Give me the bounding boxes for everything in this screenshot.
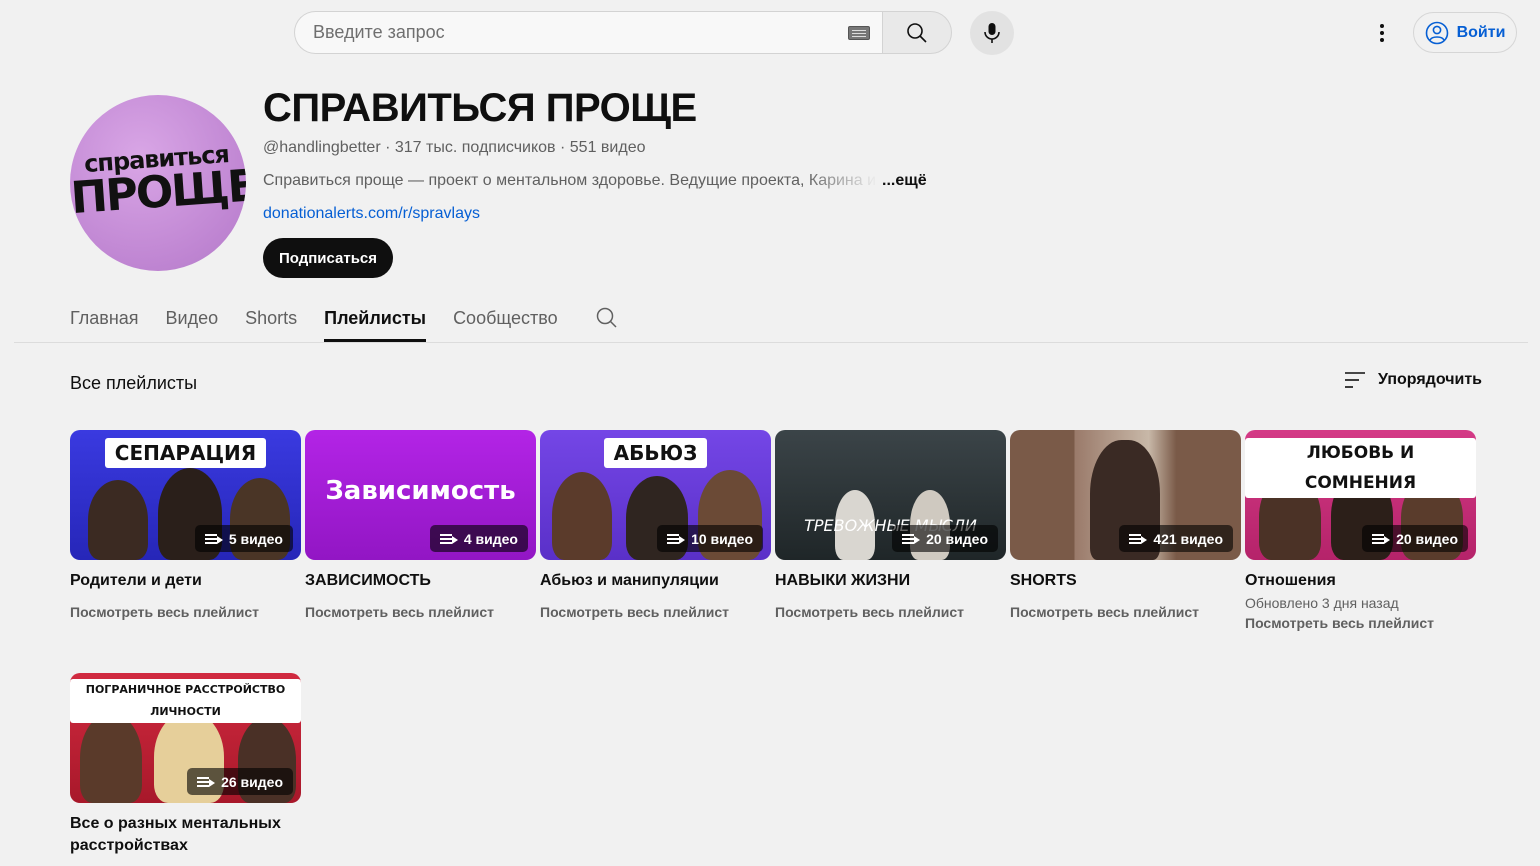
signin-button[interactable]: Войти bbox=[1413, 12, 1517, 53]
more-button[interactable]: ...ещё bbox=[882, 172, 927, 190]
playlist-card[interactable]: ТРЕВОЖНЫЕ МЫСЛИ 20 видео НАВЫКИ ЖИЗНИ По… bbox=[775, 430, 1006, 620]
tab-videos[interactable]: Видео bbox=[166, 294, 219, 342]
channel-link[interactable]: donationalerts.com/r/spravlays bbox=[263, 205, 480, 223]
voice-search-button[interactable] bbox=[970, 11, 1014, 55]
video-count: 10 видео bbox=[691, 530, 753, 547]
playlist-icon bbox=[1129, 533, 1148, 545]
thumbnail-text: Зависимость bbox=[325, 476, 516, 506]
tab-playlists[interactable]: Плейлисты bbox=[324, 294, 426, 342]
video-count-badge: 26 видео bbox=[187, 768, 293, 795]
avatar-logo-text: справиться ПРОЩЕ bbox=[70, 140, 246, 225]
video-count: 5 видео bbox=[228, 530, 283, 547]
more-vert-icon[interactable] bbox=[1370, 20, 1394, 46]
channel-tabs: Главная Видео Shorts Плейлисты Сообществ… bbox=[70, 294, 619, 342]
sort-label: Упорядочить bbox=[1378, 371, 1483, 388]
playlist-card[interactable]: 421 видео SHORTS Посмотреть весь плейлис… bbox=[1010, 430, 1241, 620]
video-count: 4 видео bbox=[463, 530, 518, 547]
channel-description[interactable]: Справиться проще — проект о ментальном з… bbox=[263, 172, 927, 190]
search-input[interactable] bbox=[313, 22, 848, 43]
search-input-container[interactable] bbox=[294, 11, 882, 54]
thumbnail-text: СЕПАРАЦИЯ bbox=[104, 438, 267, 468]
updated-text: Обновлено 3 дня назад bbox=[1245, 595, 1399, 611]
video-count-badge: 4 видео bbox=[429, 525, 528, 552]
playlist-card[interactable]: ПОГРАНИЧНОЕ РАССТРОЙСТВО ЛИЧНОСТИ 26 вид… bbox=[70, 673, 301, 857]
search-icon bbox=[907, 22, 927, 43]
playlist-title[interactable]: ЗАВИСИМОСТЬ bbox=[305, 570, 536, 592]
playlist-title[interactable]: НАВЫКИ ЖИЗНИ bbox=[775, 570, 1006, 592]
video-count: 421 видео bbox=[1153, 530, 1223, 547]
sort-button[interactable]: Упорядочить bbox=[1344, 370, 1482, 390]
view-playlist-link[interactable]: Посмотреть весь плейлист bbox=[70, 604, 301, 620]
playlist-thumbnail[interactable]: Зависимость 4 видео bbox=[305, 430, 536, 560]
view-playlist-link[interactable]: Посмотреть весь плейлист bbox=[540, 604, 771, 620]
playlist-thumbnail[interactable]: 421 видео bbox=[1010, 430, 1241, 560]
video-count: 20 видео bbox=[1396, 530, 1458, 547]
tab-community[interactable]: Сообщество bbox=[453, 294, 558, 342]
playlist-title[interactable]: SHORTS bbox=[1010, 570, 1241, 592]
playlist-thumbnail[interactable]: ПОГРАНИЧНОЕ РАССТРОЙСТВО ЛИЧНОСТИ 26 вид… bbox=[70, 673, 301, 803]
playlist-card[interactable]: СЕПАРАЦИЯ 5 видео Родители и дети Посмот… bbox=[70, 430, 301, 620]
playlist-icon bbox=[667, 533, 686, 545]
video-count-badge: 5 видео bbox=[194, 525, 293, 552]
playlist-title[interactable]: Родители и дети bbox=[70, 570, 301, 592]
tab-home[interactable]: Главная bbox=[70, 294, 139, 342]
playlist-thumbnail[interactable]: ЛЮБОВЬ И СОМНЕНИЯ 20 видео bbox=[1245, 430, 1476, 560]
thumbnail-text: ПОГРАНИЧНОЕ РАССТРОЙСТВО ЛИЧНОСТИ bbox=[70, 679, 301, 723]
view-playlist-link[interactable]: Посмотреть весь плейлист bbox=[305, 604, 536, 620]
thumbnail-text: АБЬЮЗ bbox=[603, 438, 708, 468]
channel-title: СПРАВИТЬСЯ ПРОЩЕ bbox=[263, 86, 697, 130]
channel-meta: @handlingbetter · 317 тыс. подписчиков ·… bbox=[263, 139, 646, 156]
video-count-badge: 10 видео bbox=[657, 525, 763, 552]
playlist-card[interactable]: АБЬЮЗ 10 видео Абьюз и манипуляции Посмо… bbox=[540, 430, 771, 620]
section-title: Все плейлисты bbox=[70, 373, 198, 393]
playlist-thumbnail[interactable]: СЕПАРАЦИЯ 5 видео bbox=[70, 430, 301, 560]
channel-avatar: справиться ПРОЩЕ bbox=[70, 95, 246, 271]
playlist-thumbnail[interactable]: АБЬЮЗ 10 видео bbox=[540, 430, 771, 560]
mic-icon bbox=[984, 23, 1000, 43]
sort-icon bbox=[1345, 372, 1365, 388]
playlist-thumbnail[interactable]: ТРЕВОЖНЫЕ МЫСЛИ 20 видео bbox=[775, 430, 1006, 560]
tabs-divider bbox=[14, 342, 1528, 343]
search-bar bbox=[294, 11, 952, 54]
view-playlist-link[interactable]: Посмотреть весь плейлист bbox=[775, 604, 1006, 620]
playlist-icon bbox=[902, 533, 921, 545]
video-count-badge: 421 видео bbox=[1119, 525, 1233, 552]
avatar-text-line2: ПРОЩЕ bbox=[70, 160, 246, 225]
playlist-title[interactable]: Абьюз и манипуляции bbox=[540, 570, 771, 592]
video-count-badge: 20 видео bbox=[892, 525, 998, 552]
tab-shorts[interactable]: Shorts bbox=[245, 294, 297, 342]
playlist-icon bbox=[439, 533, 458, 545]
view-playlist-link[interactable]: Посмотреть весь плейлист bbox=[1245, 615, 1476, 631]
signin-label: Войти bbox=[1456, 23, 1506, 41]
thumbnail-text: ЛЮБОВЬ И СОМНЕНИЯ bbox=[1245, 438, 1476, 498]
video-count: 20 видео bbox=[926, 530, 988, 547]
view-playlist-link[interactable]: Посмотреть весь плейлист bbox=[1010, 604, 1241, 620]
playlist-icon bbox=[204, 533, 223, 545]
playlist-icon bbox=[1372, 533, 1391, 545]
keyboard-icon[interactable] bbox=[848, 25, 870, 40]
account-icon bbox=[1425, 21, 1448, 44]
video-count: 26 видео bbox=[221, 773, 283, 790]
search-button[interactable] bbox=[882, 11, 952, 54]
channel-description-text: Справиться проще — проект о ментальном з… bbox=[263, 172, 878, 189]
playlist-card[interactable]: Зависимость 4 видео ЗАВИСИМОСТЬ Посмотре… bbox=[305, 430, 536, 620]
playlist-icon bbox=[197, 776, 216, 788]
video-count-badge: 20 видео bbox=[1362, 525, 1468, 552]
channel-search-icon[interactable] bbox=[595, 294, 619, 335]
playlist-title[interactable]: Все о разных ментальных расстройствах bbox=[70, 813, 301, 857]
subscribe-button[interactable]: Подписаться bbox=[263, 238, 393, 278]
playlist-card[interactable]: ЛЮБОВЬ И СОМНЕНИЯ 20 видео Отношения Обн… bbox=[1245, 430, 1476, 631]
playlist-title[interactable]: Отношения bbox=[1245, 570, 1476, 592]
